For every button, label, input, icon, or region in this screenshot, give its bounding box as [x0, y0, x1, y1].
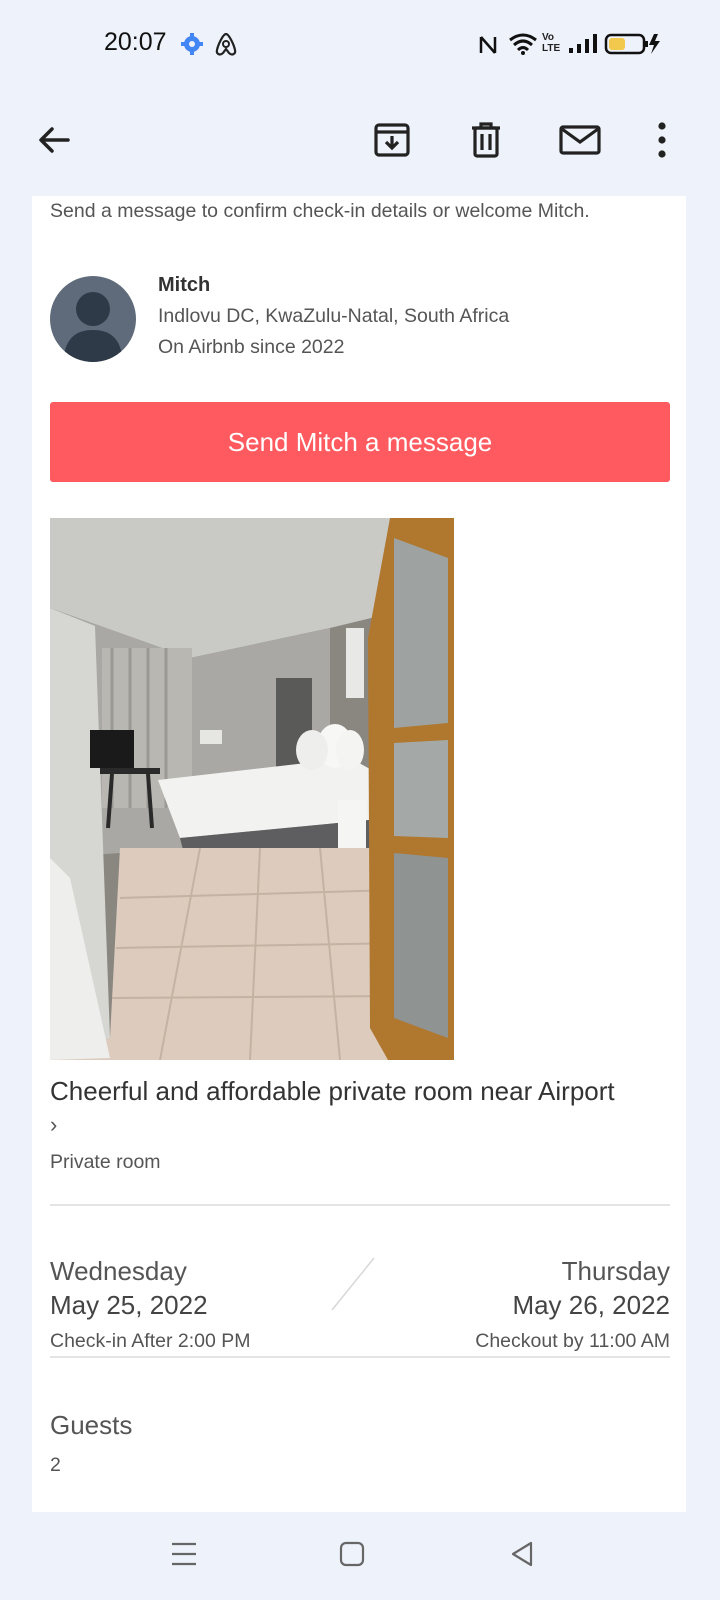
signal-icon — [568, 32, 598, 59]
checkout-date: May 26, 2022 — [512, 1290, 670, 1320]
delete-button[interactable] — [458, 114, 514, 170]
back-arrow-icon — [36, 122, 72, 163]
date-separator — [328, 1256, 378, 1317]
recents-button[interactable] — [162, 1534, 206, 1578]
check-in-time: Check-in After 2:00 PM — [50, 1330, 251, 1352]
back-button[interactable] — [26, 114, 82, 170]
chevron-right-icon[interactable]: › — [50, 1112, 57, 1138]
hint-text: Send a message to confirm check-in detai… — [50, 200, 590, 222]
guests-count: 2 — [50, 1454, 61, 1476]
home-button[interactable] — [330, 1534, 374, 1578]
checkout-day: Thursday — [561, 1256, 670, 1286]
host-name: Mitch — [158, 274, 211, 296]
app-bar — [0, 92, 720, 200]
host-member-since: On Airbnb since 2022 — [158, 336, 345, 358]
check-in-day: Wednesday — [50, 1256, 187, 1286]
wifi-icon — [508, 32, 538, 61]
nfc-icon — [478, 34, 498, 61]
menu-icon — [170, 1541, 198, 1572]
home-icon — [339, 1541, 365, 1572]
send-message-button[interactable]: Send Mitch a message — [50, 402, 670, 482]
host-location: Indlovu DC, KwaZulu-Natal, South Africa — [158, 305, 510, 327]
system-nav-bar — [0, 1512, 720, 1600]
trash-icon — [466, 120, 506, 165]
archive-button[interactable] — [364, 114, 420, 170]
person-silhouette-icon — [63, 292, 123, 362]
settings-gear-icon — [180, 32, 204, 61]
archive-icon — [372, 120, 412, 165]
airbnb-notification-icon — [214, 31, 238, 62]
email-content: Send a message to confirm check-in detai… — [32, 196, 686, 1512]
checkout-time: Checkout by 11:00 AM — [475, 1330, 670, 1352]
more-vert-icon — [656, 121, 668, 163]
more-options-button[interactable] — [634, 114, 690, 170]
battery-charging-icon — [604, 32, 662, 61]
status-bar: 20:07 Vo LTE — [0, 0, 720, 92]
listing-photo-image — [50, 518, 454, 1060]
status-time: 20:07 — [104, 28, 167, 56]
avatar — [50, 276, 136, 362]
divider — [50, 1356, 670, 1358]
check-in-date: May 25, 2022 — [50, 1290, 208, 1320]
volte-icon: Vo LTE — [542, 32, 561, 54]
listing-title[interactable]: Cheerful and affordable private room nea… — [50, 1076, 615, 1107]
mark-unread-button[interactable] — [552, 114, 608, 170]
mail-icon — [558, 120, 602, 165]
listing-photo[interactable] — [50, 518, 454, 1060]
room-type: Private room — [50, 1151, 161, 1173]
system-back-button[interactable] — [500, 1534, 544, 1578]
back-icon — [509, 1540, 535, 1573]
guests-label: Guests — [50, 1410, 133, 1440]
divider — [50, 1204, 670, 1206]
